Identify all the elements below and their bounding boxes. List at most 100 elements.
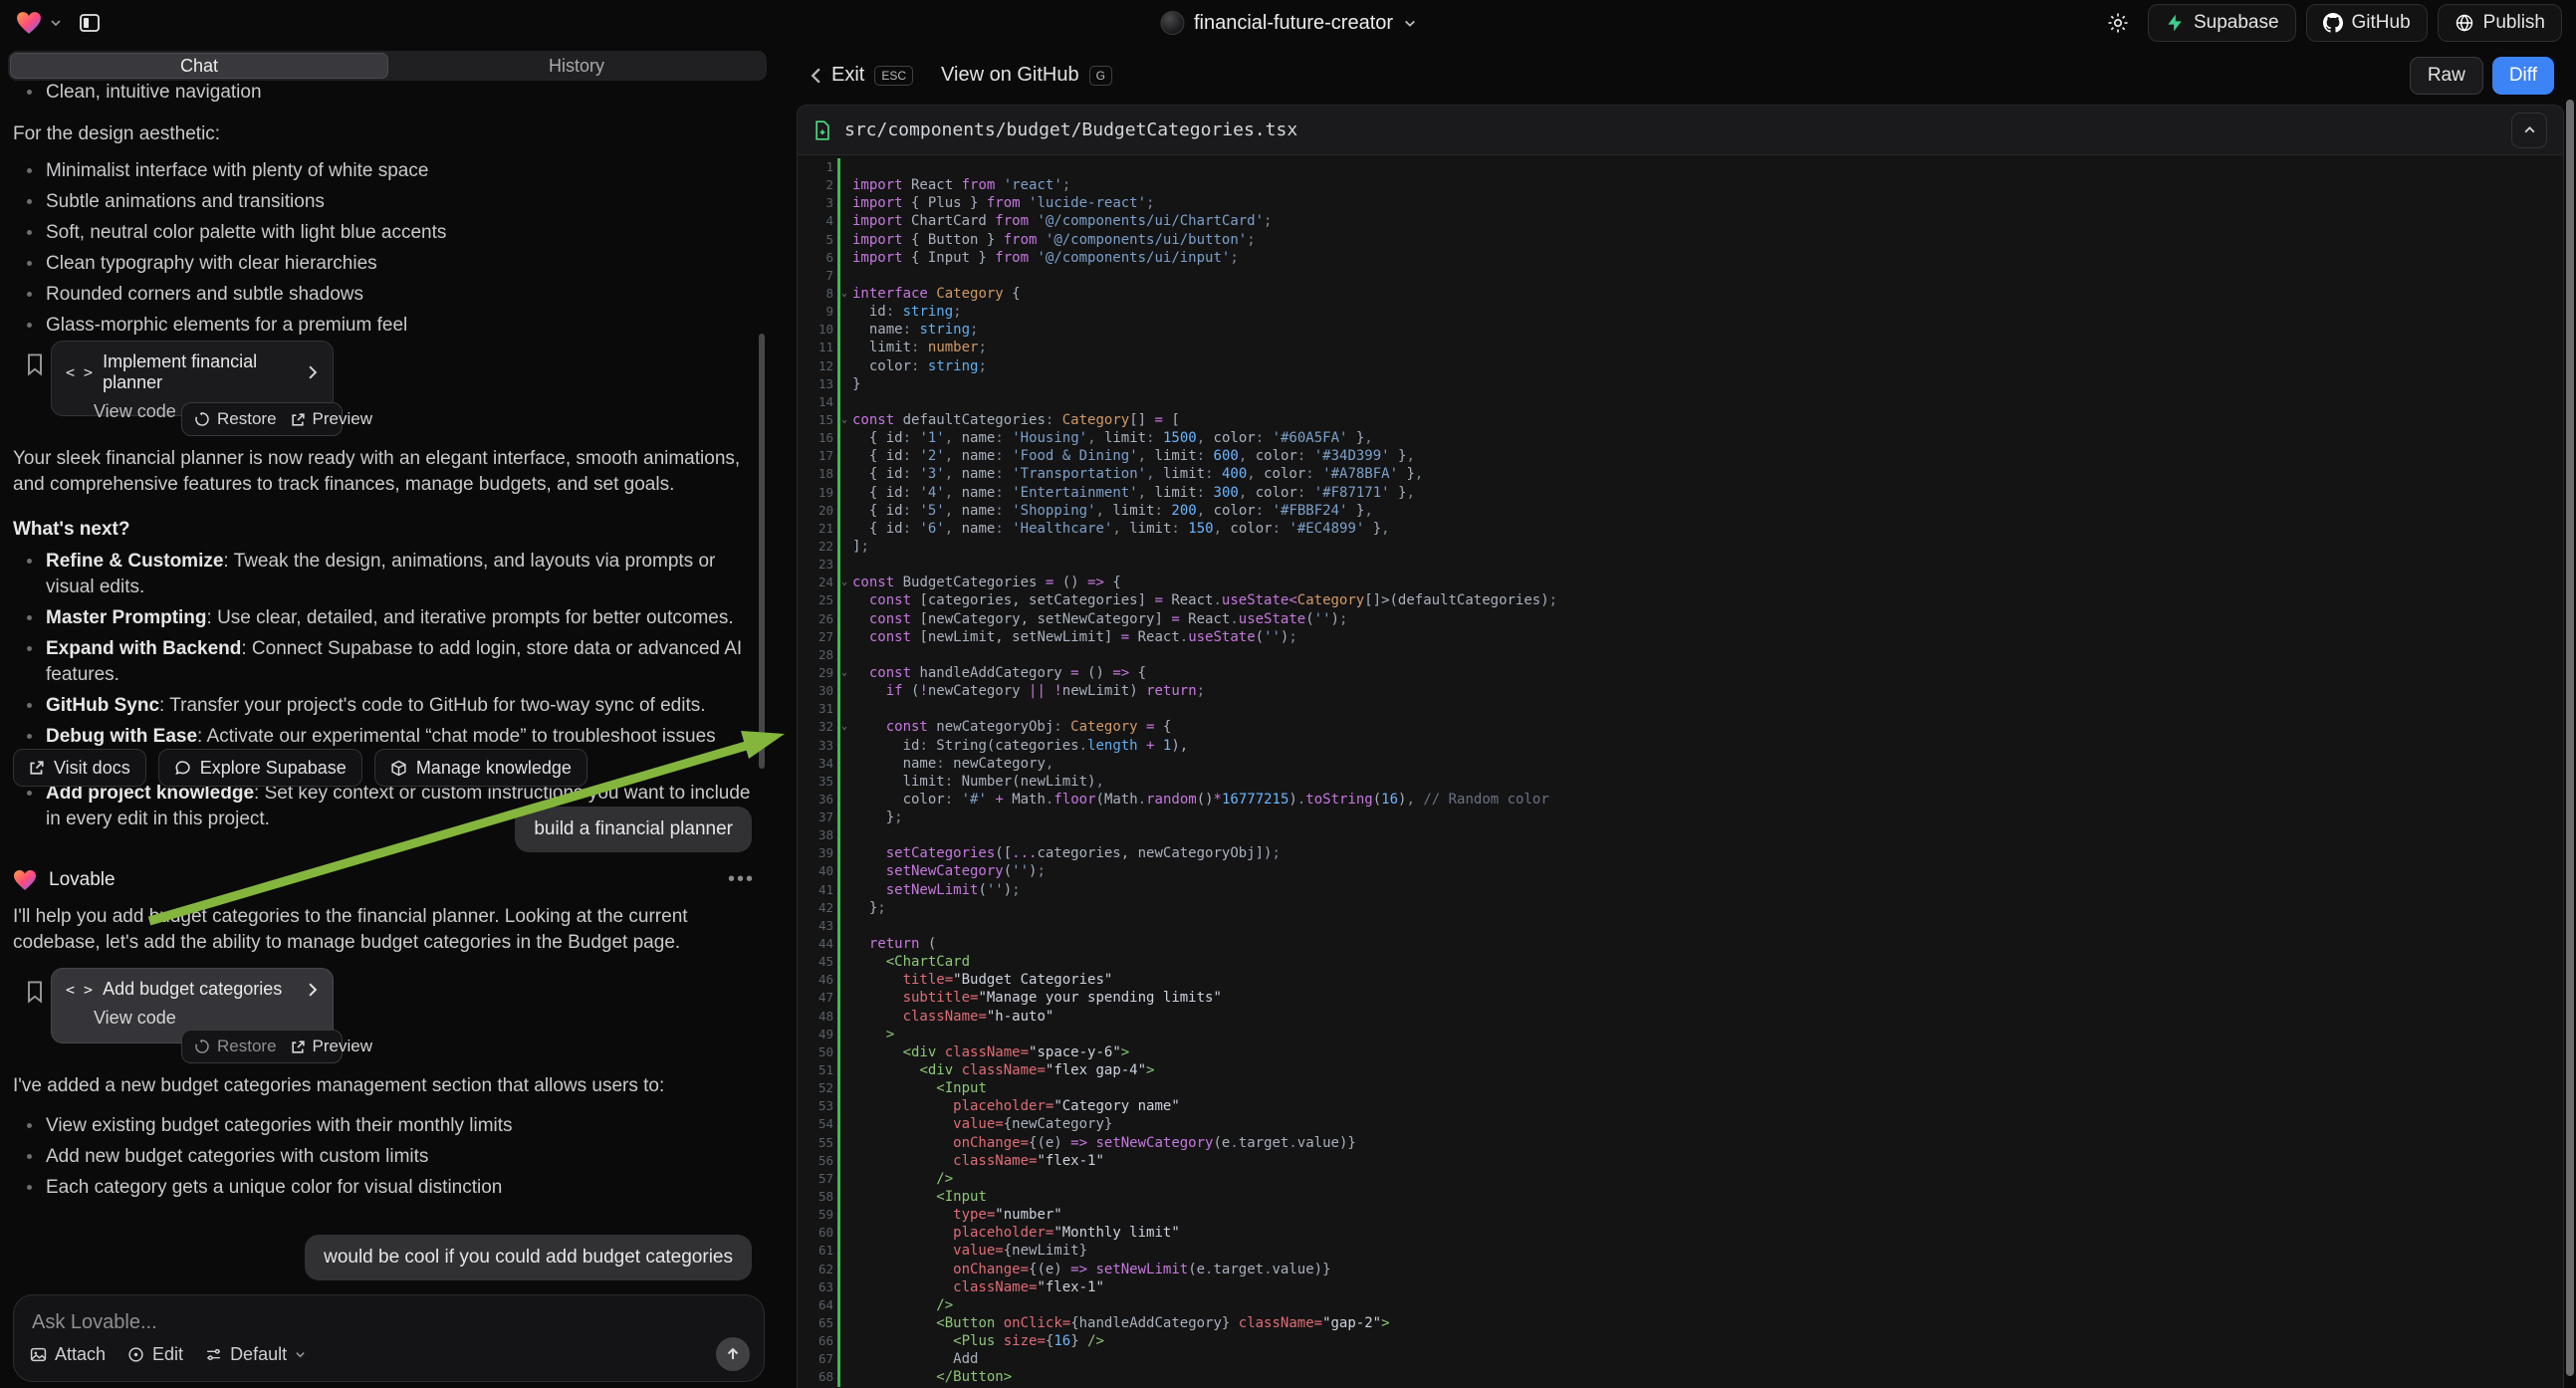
attach-button[interactable]: Attach — [30, 1344, 106, 1365]
line-number: 55 — [798, 1134, 837, 1152]
bullet-dot — [27, 230, 32, 235]
added-features-bullet-list: View existing budget categories with the… — [13, 1113, 760, 1206]
explore-supabase-button[interactable]: Explore Supabase — [158, 749, 362, 787]
bookmark-icon[interactable] — [25, 352, 45, 376]
restore-button[interactable]: Restore — [194, 1037, 277, 1056]
bullet-text: GitHub Sync: Transfer your project's cod… — [46, 693, 706, 719]
code-line-content: ]; — [837, 538, 2563, 556]
line-number: 16 — [798, 429, 837, 447]
restore-button[interactable]: Restore — [194, 409, 277, 429]
preview-button[interactable]: Preview — [291, 409, 372, 429]
line-number: 8⌄ — [798, 285, 837, 303]
chat-scroll-area[interactable]: Clean, intuitive navigation For the desi… — [0, 46, 787, 1388]
line-number: 6 — [798, 249, 837, 267]
fold-chevron-icon[interactable]: ⌄ — [841, 718, 847, 736]
code-lines: 12import React from 'react';3import { Pl… — [798, 158, 2563, 1387]
code-line-content: <Button onClick={handleAddCategory} clas… — [837, 1314, 2563, 1332]
chat-bubble-icon — [174, 760, 191, 777]
code-line: 30 if (!newCategory || !newLimit) return… — [798, 682, 2563, 700]
edit-button[interactable]: Edit — [127, 1344, 183, 1365]
chat-scrollbar[interactable] — [759, 334, 765, 769]
code-line: 24⌄const BudgetCategories = () => { — [798, 574, 2563, 591]
code-editor[interactable]: 12import React from 'react';3import { Pl… — [798, 155, 2563, 1387]
code-line: 10 name: string; — [798, 321, 2563, 339]
code-line: 45 <ChartCard — [798, 953, 2563, 971]
project-chevron-down-icon — [1403, 17, 1416, 30]
code-line-content: if (!newCategory || !newLimit) return; — [837, 682, 2563, 700]
github-button[interactable]: GitHub — [2306, 4, 2428, 42]
package-icon — [390, 760, 407, 777]
line-number: 68 — [798, 1368, 837, 1386]
code-line-content: subtitle="Manage your spending limits" — [837, 989, 2563, 1007]
chat-input[interactable]: Ask Lovable... — [32, 1311, 746, 1334]
bullet-dot — [27, 292, 32, 297]
code-line: 21 { id: '6', name: 'Healthcare', limit:… — [798, 520, 2563, 538]
line-number: 46 — [798, 971, 837, 989]
code-line-content: > — [837, 1026, 2563, 1043]
collapse-file-button[interactable] — [2511, 113, 2547, 148]
chat-panel: Chat History Clean, intuitive navigation… — [0, 46, 787, 1388]
restore-preview-bar: Restore Preview — [181, 402, 343, 436]
code-line-content — [837, 700, 2563, 718]
restore-label: Restore — [217, 409, 277, 429]
supabase-label: Supabase — [2194, 12, 2279, 34]
manage-knowledge-button[interactable]: Manage knowledge — [374, 749, 587, 787]
view-on-github-label: View on GitHub — [941, 64, 1079, 87]
code-line-content: title="Budget Categories" — [837, 971, 2563, 989]
line-number: 64 — [798, 1296, 837, 1314]
project-switcher[interactable]: financial-future-creator — [1160, 11, 1416, 35]
code-line-content: const [newLimit, setNewLimit] = React.us… — [837, 628, 2563, 646]
view-code-link[interactable]: View code — [94, 1008, 319, 1029]
logo-chevron-down-icon[interactable] — [50, 17, 62, 29]
settings-gear-button[interactable] — [2098, 4, 2138, 42]
code-line-content: return ( — [837, 935, 2563, 953]
code-line: 61 value={newLimit} — [798, 1242, 2563, 1260]
explore-supabase-label: Explore Supabase — [200, 758, 347, 779]
code-line-content: className="h-auto" — [837, 1008, 2563, 1026]
code-line-content: <ChartCard — [837, 953, 2563, 971]
bullet-dot — [27, 1154, 32, 1159]
bookmark-icon[interactable] — [25, 980, 45, 1004]
bullet-dot — [27, 646, 32, 651]
code-line: 65 <Button onClick={handleAddCategory} c… — [798, 1314, 2563, 1332]
fold-chevron-icon[interactable]: ⌄ — [841, 411, 847, 429]
code-line: 12 color: string; — [798, 357, 2563, 375]
fold-chevron-icon[interactable]: ⌄ — [841, 285, 847, 303]
view-on-github-button[interactable]: View on GitHub G — [941, 64, 1112, 87]
toggle-sidebar-button[interactable] — [70, 4, 110, 42]
chevron-right-icon — [307, 365, 319, 379]
assistant-header: Lovable ••• — [13, 868, 755, 891]
raw-toggle-button[interactable]: Raw — [2410, 57, 2483, 95]
project-name: financial-future-creator — [1194, 12, 1393, 35]
code-line-content: const [categories, setCategories] = Reac… — [837, 591, 2563, 609]
visit-docs-button[interactable]: Visit docs — [13, 749, 146, 787]
line-number: 45 — [798, 953, 837, 971]
send-button[interactable] — [716, 1337, 750, 1371]
whats-next-heading: What's next? — [13, 517, 760, 543]
diff-toggle-button[interactable]: Diff — [2492, 57, 2554, 95]
bullet-text: Refine & Customize: Tweak the design, an… — [46, 549, 760, 600]
mode-selector[interactable]: Default — [205, 1344, 306, 1365]
file-header[interactable]: src/components/budget/BudgetCategories.t… — [798, 106, 2563, 155]
code-line: 56 className="flex-1" — [798, 1152, 2563, 1170]
supabase-icon — [2165, 13, 2185, 33]
exit-button[interactable]: Exit ESC — [811, 64, 913, 87]
code-line-content — [837, 826, 2563, 844]
code-line: 4import ChartCard from '@/components/ui/… — [798, 212, 2563, 230]
message-menu-button[interactable]: ••• — [728, 868, 755, 891]
line-number: 51 — [798, 1061, 837, 1079]
fold-chevron-icon[interactable]: ⌄ — [841, 664, 847, 682]
chat-composer[interactable]: Ask Lovable... Attach Edit Default — [13, 1294, 765, 1382]
code-scrollbar[interactable] — [2566, 100, 2574, 1376]
code-line: 9 id: string; — [798, 303, 2563, 321]
preview-button[interactable]: Preview — [291, 1037, 372, 1056]
lovable-logo-icon[interactable] — [16, 11, 42, 35]
code-line: 63 className="flex-1" — [798, 1278, 2563, 1296]
fold-chevron-icon[interactable]: ⌄ — [841, 574, 847, 591]
publish-button[interactable]: Publish — [2438, 4, 2562, 42]
line-number: 43 — [798, 917, 837, 935]
line-number: 11 — [798, 339, 837, 356]
bullet-text: Subtle animations and transitions — [46, 189, 325, 215]
supabase-button[interactable]: Supabase — [2148, 4, 2296, 42]
code-line: 23 — [798, 556, 2563, 574]
